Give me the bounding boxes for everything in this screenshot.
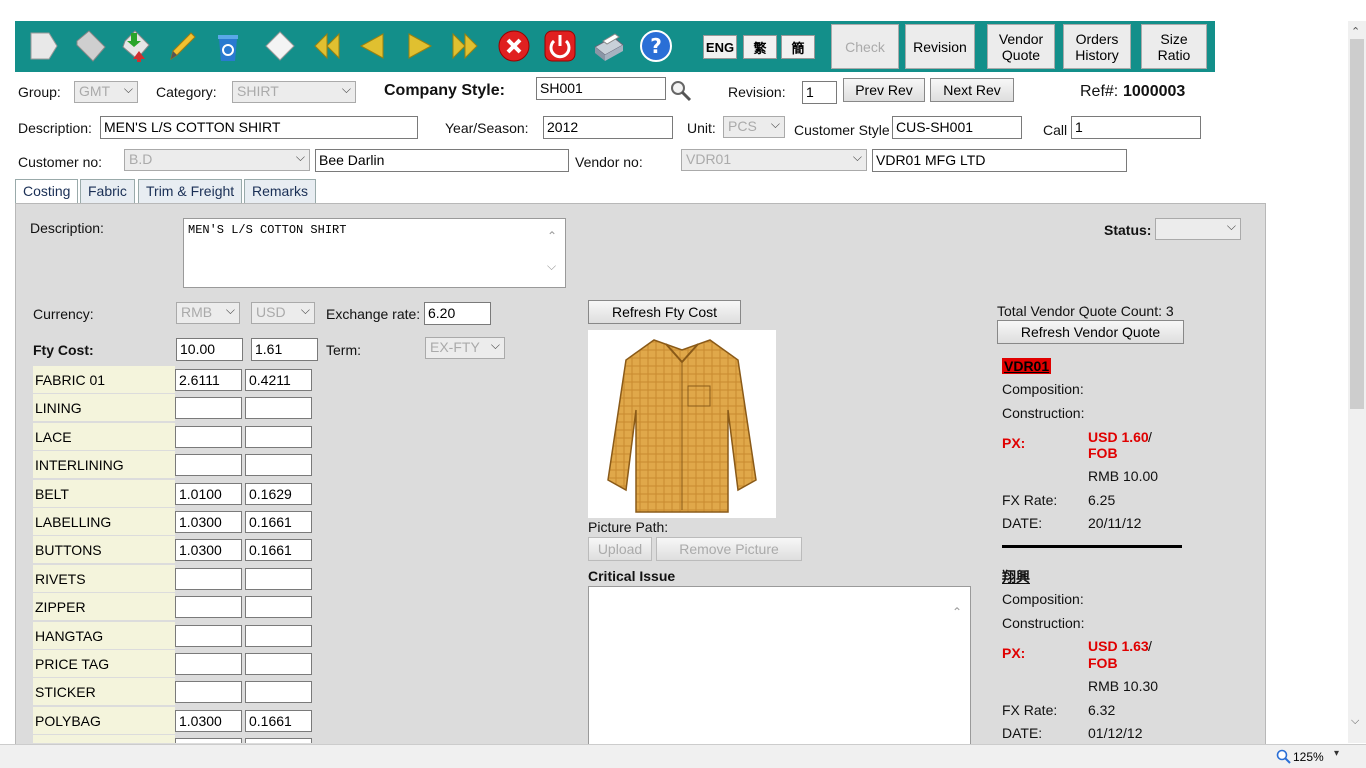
cost-row-label: BELT bbox=[33, 479, 175, 507]
refresh-vendor-quote-button[interactable]: Refresh Vendor Quote bbox=[997, 320, 1184, 344]
cost-row-label: CARTON bbox=[33, 735, 175, 743]
cost-row-label: ZIPPER bbox=[33, 593, 175, 621]
cost-row-value-2-input[interactable] bbox=[245, 738, 312, 743]
vendor-quote-1-px-slash: / bbox=[1148, 429, 1152, 445]
vendor-quote-1-name[interactable]: VDR01 bbox=[1002, 358, 1052, 374]
cost-row-label: HANGTAG bbox=[33, 621, 175, 649]
chevron-up-icon[interactable]: ⌃ bbox=[952, 605, 962, 619]
vendor-quote-2-px-label: PX: bbox=[1002, 645, 1026, 661]
vendor-quote-2-date: 01/12/12 bbox=[1088, 725, 1143, 741]
vendor-quote-2-construction: Construction: bbox=[1002, 615, 1085, 631]
cost-row-value-2-input[interactable] bbox=[245, 596, 312, 619]
product-picture bbox=[588, 330, 776, 518]
cost-row-value-2-input[interactable] bbox=[245, 397, 312, 420]
cost-row-value-2-input[interactable] bbox=[245, 425, 312, 448]
cost-row-value-2-input[interactable]: 0.1629 bbox=[245, 482, 312, 505]
vendor-quote-1-fx-label: FX Rate: bbox=[1002, 492, 1058, 508]
cost-row-label: LABELLING bbox=[33, 508, 175, 535]
cost-row-label: LACE bbox=[33, 422, 175, 450]
vendor-quote-2-px-slash: / bbox=[1148, 638, 1152, 654]
remove-picture-button[interactable]: Remove Picture bbox=[656, 537, 802, 561]
status-bar: 125% ▾ bbox=[0, 744, 1366, 768]
picture-path-label: Picture Path: bbox=[588, 519, 669, 535]
chevron-up-icon[interactable]: ⌃ bbox=[1351, 25, 1360, 38]
cost-row-value-1-input[interactable] bbox=[175, 624, 242, 647]
cost-row-value-1-input[interactable] bbox=[175, 653, 242, 675]
cost-row-label: LINING bbox=[33, 394, 175, 422]
cost-row-value-1-input[interactable] bbox=[175, 454, 242, 477]
cost-row-value-1-input[interactable] bbox=[175, 425, 242, 448]
cost-row-value-1-input[interactable]: 1.0300 bbox=[175, 539, 242, 562]
cost-row-value-1-input[interactable] bbox=[175, 681, 242, 704]
cost-row-value-2-input[interactable] bbox=[245, 653, 312, 675]
vendor-quote-1-date: 20/11/12 bbox=[1088, 515, 1142, 531]
vendor-quote-1-rmb: RMB 10.00 bbox=[1088, 468, 1159, 484]
refresh-fty-cost-button[interactable]: Refresh Fty Cost bbox=[588, 300, 741, 324]
vendor-quote-2-px-term: FOB bbox=[1088, 655, 1118, 671]
vendor-quote-2-fx: 6.32 bbox=[1088, 702, 1116, 718]
vendor-quote-2-rmb: RMB 10.30 bbox=[1088, 678, 1159, 694]
cost-row-value-2-input[interactable] bbox=[245, 567, 312, 590]
vendor-quote-1-construction: Construction: bbox=[1002, 405, 1085, 421]
critical-issue-textarea[interactable] bbox=[588, 586, 971, 746]
vendor-quote-1-px-label: PX: bbox=[1002, 435, 1026, 451]
vendor-quote-2-fx-label: FX Rate: bbox=[1002, 702, 1058, 718]
critical-issue-label: Critical Issue bbox=[588, 568, 676, 584]
cost-row-value-2-input[interactable]: 0.1661 bbox=[245, 709, 312, 732]
cost-row-value-2-input[interactable]: 0.1661 bbox=[245, 511, 312, 533]
zoom-level[interactable]: 125% bbox=[1293, 750, 1324, 764]
cost-row-label: BUTTONS bbox=[33, 536, 175, 564]
vendor-quote-1-px-term: FOB bbox=[1088, 445, 1118, 461]
cost-row-label: POLYBAG bbox=[33, 706, 175, 734]
vendor-quote-1-px-usd: USD 1.60 bbox=[1088, 429, 1149, 445]
vendor-quote-count: Total Vendor Quote Count: 3 bbox=[997, 303, 1174, 319]
cost-row-value-1-input[interactable]: 1.0300 bbox=[175, 511, 242, 533]
vendor-quote-2-px-usd: USD 1.63 bbox=[1088, 638, 1149, 654]
vendor-quote-2-composition: Composition: bbox=[1002, 591, 1084, 607]
cost-row-value-1-input[interactable]: 1.0100 bbox=[175, 482, 242, 505]
scrollbar-thumb[interactable] bbox=[1350, 39, 1364, 409]
vendor-quote-1-date-label: DATE: bbox=[1002, 515, 1043, 531]
cost-row-value-1-input[interactable] bbox=[175, 596, 242, 619]
vendor-quote-2-name[interactable]: 翔興 bbox=[1002, 567, 1030, 587]
cost-row-value-1-input[interactable] bbox=[175, 567, 242, 590]
cost-row-label: STICKER bbox=[33, 678, 175, 706]
cost-row-value-2-input[interactable] bbox=[245, 454, 312, 477]
vendor-quote-divider bbox=[1002, 545, 1182, 548]
cost-row-value-1-input[interactable]: 2.6111 bbox=[175, 369, 242, 391]
cost-row-value-2-input[interactable] bbox=[245, 624, 312, 647]
chevron-down-icon[interactable]: ▾ bbox=[1334, 748, 1339, 759]
vendor-quote-1-fx: 6.25 bbox=[1088, 492, 1116, 508]
vendor-quote-2-date-label: DATE: bbox=[1002, 725, 1043, 741]
cost-row-value-2-input[interactable]: 0.1661 bbox=[245, 539, 312, 562]
cost-row-label: PRICE TAG bbox=[33, 650, 175, 677]
cost-row-value-1-input[interactable] bbox=[175, 738, 242, 743]
cost-row-value-1-input[interactable] bbox=[175, 397, 242, 420]
cost-row-label: RIVETS bbox=[33, 564, 175, 592]
cost-row-value-2-input[interactable] bbox=[245, 681, 312, 704]
cost-row-value-2-input[interactable]: 0.4211 bbox=[245, 369, 312, 391]
zoom-icon[interactable] bbox=[1276, 749, 1292, 768]
cost-row-label: INTERLINING bbox=[33, 451, 175, 479]
vertical-scrollbar[interactable]: ⌃ ⌵ bbox=[1348, 21, 1366, 743]
cost-row-label: FABRIC 01 bbox=[33, 366, 175, 393]
upload-button[interactable]: Upload bbox=[588, 537, 652, 561]
chevron-down-icon[interactable]: ⌵ bbox=[1351, 715, 1359, 728]
cost-row-value-1-input[interactable]: 1.0300 bbox=[175, 709, 242, 732]
vendor-quote-1-composition: Composition: bbox=[1002, 381, 1084, 397]
